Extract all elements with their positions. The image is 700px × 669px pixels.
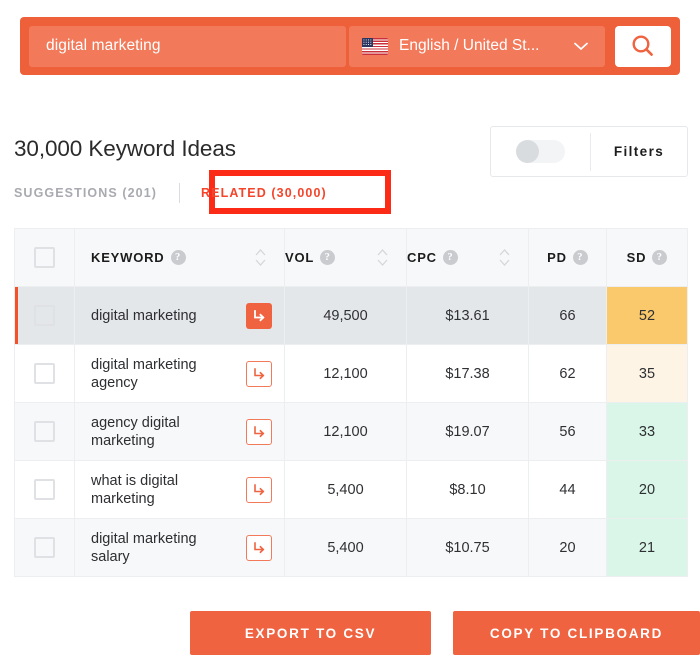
row-cpc: $8.10 [407,461,529,518]
help-icon-pd[interactable]: ? [573,250,588,265]
row-vol: 5,400 [285,461,407,518]
row-vol: 12,100 [285,345,407,402]
row-sd: 21 [607,519,687,576]
filters-toggle-cell [491,127,590,176]
row-keyword: digital marketing agency [91,356,219,392]
search-bar: digital marketing English / United St... [20,17,680,75]
header-vol-label: VOL [285,250,314,265]
help-icon-sd[interactable]: ? [652,250,667,265]
table-row[interactable]: what is digital marketing 5,400 $8.10 44… [15,461,687,519]
sort-icon-cpc[interactable] [499,249,510,266]
language-select[interactable]: English / United St... [349,26,605,67]
sort-icon-keyword[interactable] [255,249,266,266]
row-pd: 66 [529,287,607,344]
row-checkbox[interactable] [34,421,55,442]
table-body: digital marketing 49,500 $13.61 66 52 di… [15,287,687,577]
filters-toggle[interactable] [516,140,565,163]
row-select-cell [15,403,75,460]
select-all-checkbox[interactable] [34,247,55,268]
footer-actions: EXPORT TO CSV COPY TO CLIPBOARD [190,611,700,655]
header-keyword-label: KEYWORD [91,250,165,265]
help-icon-cpc[interactable]: ? [443,250,458,265]
search-icon [630,33,656,59]
open-keyword-arrow-icon[interactable] [246,535,272,561]
row-select-cell [15,345,75,402]
header-sd[interactable]: SD ? [607,229,687,286]
row-vol: 12,100 [285,403,407,460]
row-cpc: $19.07 [407,403,529,460]
row-select-cell [15,287,75,344]
row-checkbox[interactable] [34,305,55,326]
row-sd: 35 [607,345,687,402]
row-vol: 49,500 [285,287,407,344]
search-button[interactable] [615,26,671,67]
row-pd: 56 [529,403,607,460]
table-row[interactable]: digital marketing 49,500 $13.61 66 52 [15,287,687,345]
search-input[interactable]: digital marketing [29,26,346,67]
open-keyword-arrow-icon[interactable] [246,477,272,503]
search-input-value: digital marketing [46,37,161,55]
row-sd: 33 [607,403,687,460]
tab-divider [179,183,180,203]
open-keyword-arrow-icon[interactable] [246,419,272,445]
table-header-row: KEYWORD ? VOL ? CPC ? PD ? [15,229,687,287]
open-keyword-arrow-icon[interactable] [246,361,272,387]
header-select-all-cell [15,229,75,286]
filters-button[interactable]: Filters [591,144,687,159]
language-select-value: English / United St... [399,37,564,55]
filters-control: Filters [490,126,688,177]
row-keyword: agency digital marketing [91,414,219,450]
row-cpc: $13.61 [407,287,529,344]
header-pd-label: PD [547,250,567,265]
table-row[interactable]: agency digital marketing 12,100 $19.07 5… [15,403,687,461]
tab-related[interactable]: RELATED (30,000) [201,186,327,200]
row-pd: 62 [529,345,607,402]
row-keyword: digital marketing [91,307,197,325]
header-vol[interactable]: VOL ? [285,229,407,286]
table-row[interactable]: digital marketing salary 5,400 $10.75 20… [15,519,687,577]
header-cpc[interactable]: CPC ? [407,229,529,286]
row-keyword-cell: agency digital marketing [75,403,285,460]
sort-icon-vol[interactable] [377,249,388,266]
copy-to-clipboard-button[interactable]: COPY TO CLIPBOARD [453,611,700,655]
open-keyword-arrow-icon[interactable] [246,303,272,329]
tab-suggestions[interactable]: SUGGESTIONS (201) [14,186,157,200]
toggle-knob [516,140,539,163]
header-pd[interactable]: PD ? [529,229,607,286]
row-keyword-cell: digital marketing agency [75,345,285,402]
table-row[interactable]: digital marketing agency 12,100 $17.38 6… [15,345,687,403]
row-keyword: digital marketing salary [91,530,219,566]
row-sd: 20 [607,461,687,518]
row-pd: 20 [529,519,607,576]
us-flag-icon [362,38,388,55]
header-cpc-label: CPC [407,250,437,265]
row-select-cell [15,461,75,518]
row-keyword: what is digital marketing [91,472,219,508]
export-to-csv-button[interactable]: EXPORT TO CSV [190,611,431,655]
help-icon-keyword[interactable]: ? [171,250,186,265]
chevron-down-icon [574,42,588,51]
row-keyword-cell: digital marketing [75,287,285,344]
page-title: 30,000 Keyword Ideas [14,136,236,162]
row-keyword-cell: digital marketing salary [75,519,285,576]
header-keyword[interactable]: KEYWORD ? [75,229,285,286]
row-vol: 5,400 [285,519,407,576]
row-keyword-cell: what is digital marketing [75,461,285,518]
row-cpc: $17.38 [407,345,529,402]
row-checkbox[interactable] [34,363,55,384]
row-select-cell [15,519,75,576]
row-sd: 52 [607,287,687,344]
row-checkbox[interactable] [34,537,55,558]
header-sd-label: SD [627,250,647,265]
row-checkbox[interactable] [34,479,55,500]
row-pd: 44 [529,461,607,518]
help-icon-vol[interactable]: ? [320,250,335,265]
keyword-table: KEYWORD ? VOL ? CPC ? PD ? [14,228,688,577]
row-cpc: $10.75 [407,519,529,576]
